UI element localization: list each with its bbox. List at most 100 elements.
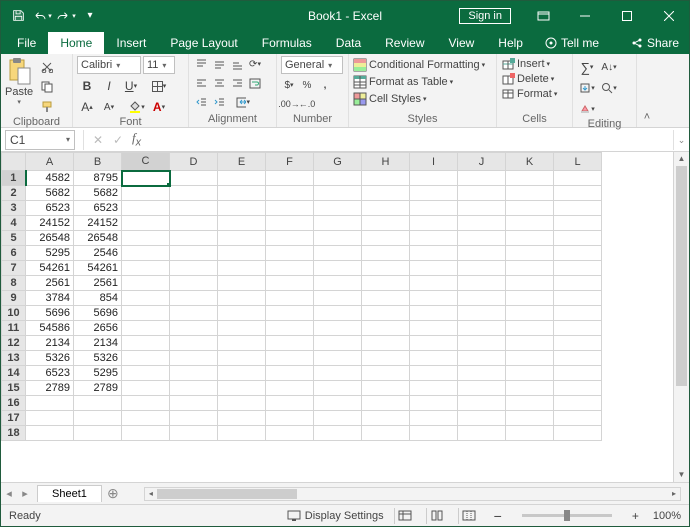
cell[interactable] [362, 276, 410, 291]
cell[interactable] [122, 396, 170, 411]
cell[interactable] [122, 276, 170, 291]
cell[interactable] [506, 381, 554, 396]
number-format-combo[interactable]: General▾ [281, 56, 343, 74]
cell[interactable]: 6523 [26, 201, 74, 216]
cell[interactable] [122, 381, 170, 396]
format-cells-button[interactable]: Format▾ [501, 88, 557, 100]
cell[interactable]: 54586 [26, 321, 74, 336]
tab-review[interactable]: Review [373, 32, 436, 54]
cell[interactable] [218, 321, 266, 336]
row-header[interactable]: 11 [2, 321, 26, 336]
cell[interactable]: 24152 [26, 216, 74, 231]
cell[interactable] [218, 426, 266, 441]
cell[interactable] [410, 321, 458, 336]
cell[interactable] [122, 321, 170, 336]
cell[interactable] [266, 171, 314, 186]
cell[interactable]: 2656 [74, 321, 122, 336]
cell[interactable]: 2546 [74, 246, 122, 261]
cell[interactable] [266, 201, 314, 216]
cell[interactable] [266, 411, 314, 426]
cell[interactable] [554, 366, 602, 381]
cell[interactable] [122, 426, 170, 441]
fx-icon[interactable]: fx [132, 130, 141, 149]
col-header[interactable]: F [266, 153, 314, 171]
tab-insert[interactable]: Insert [104, 32, 158, 54]
cell[interactable] [554, 201, 602, 216]
row-header[interactable]: 17 [2, 411, 26, 426]
align-bottom-icon[interactable] [229, 56, 245, 72]
cell[interactable] [170, 171, 218, 186]
cell[interactable]: 3784 [26, 291, 74, 306]
tab-formulas[interactable]: Formulas [250, 32, 324, 54]
cell[interactable] [554, 336, 602, 351]
cell[interactable]: 2134 [26, 336, 74, 351]
cell[interactable] [506, 276, 554, 291]
cell[interactable] [410, 246, 458, 261]
sheet-tab[interactable]: Sheet1 [37, 485, 102, 502]
col-header[interactable]: B [74, 153, 122, 171]
cell[interactable] [170, 246, 218, 261]
cell[interactable] [122, 186, 170, 201]
cell[interactable] [506, 351, 554, 366]
tab-scroll-left-icon[interactable]: ◂ [1, 487, 17, 500]
zoom-slider[interactable] [522, 514, 612, 517]
cell[interactable] [362, 336, 410, 351]
cell[interactable] [218, 201, 266, 216]
collapse-ribbon-icon[interactable]: ˄ [637, 54, 657, 127]
cell[interactable] [218, 276, 266, 291]
zoom-level[interactable]: 100% [653, 510, 681, 522]
cell[interactable] [122, 216, 170, 231]
cell[interactable] [458, 291, 506, 306]
cell[interactable] [458, 366, 506, 381]
cell[interactable] [170, 426, 218, 441]
cell[interactable] [170, 216, 218, 231]
cell[interactable] [362, 366, 410, 381]
row-header[interactable]: 10 [2, 306, 26, 321]
cell[interactable] [170, 396, 218, 411]
col-header[interactable]: H [362, 153, 410, 171]
cell[interactable] [458, 396, 506, 411]
cell[interactable] [458, 171, 506, 186]
cell[interactable] [122, 246, 170, 261]
cell[interactable] [458, 261, 506, 276]
cell[interactable]: 5682 [74, 186, 122, 201]
cell[interactable] [458, 351, 506, 366]
cell[interactable] [170, 366, 218, 381]
cell[interactable] [170, 186, 218, 201]
cell[interactable] [266, 186, 314, 201]
horizontal-scrollbar[interactable]: ◂▸ [144, 487, 681, 501]
cell[interactable] [122, 201, 170, 216]
cell[interactable] [362, 216, 410, 231]
cell[interactable] [410, 186, 458, 201]
cell[interactable] [266, 396, 314, 411]
cell[interactable] [554, 291, 602, 306]
cell[interactable]: 5326 [26, 351, 74, 366]
cell[interactable] [266, 261, 314, 276]
cell[interactable] [554, 321, 602, 336]
zoom-out-button[interactable]: − [490, 508, 506, 524]
page-break-view-icon[interactable] [458, 508, 480, 524]
row-header[interactable]: 8 [2, 276, 26, 291]
cell[interactable] [410, 396, 458, 411]
maximize-button[interactable] [607, 1, 647, 30]
cell[interactable] [266, 216, 314, 231]
cell[interactable] [314, 306, 362, 321]
cell[interactable] [362, 261, 410, 276]
cell[interactable]: 54261 [26, 261, 74, 276]
cell[interactable] [506, 171, 554, 186]
orientation-icon[interactable]: ⟳▾ [247, 56, 263, 72]
col-header[interactable]: G [314, 153, 362, 171]
cell[interactable]: 26548 [74, 231, 122, 246]
cell[interactable]: 2789 [74, 381, 122, 396]
cell[interactable] [218, 411, 266, 426]
col-header[interactable]: A [26, 153, 74, 171]
row-header[interactable]: 13 [2, 351, 26, 366]
cell[interactable]: 2561 [74, 276, 122, 291]
cell[interactable] [410, 216, 458, 231]
cell[interactable] [26, 396, 74, 411]
worksheet-grid[interactable]: ABCDEFGHIJKL1458287952568256823652365234… [1, 152, 689, 482]
cell[interactable] [218, 171, 266, 186]
find-select-icon[interactable]: ▾ [599, 79, 619, 97]
cancel-formula-icon[interactable]: ✕ [88, 130, 108, 150]
cell[interactable] [458, 201, 506, 216]
